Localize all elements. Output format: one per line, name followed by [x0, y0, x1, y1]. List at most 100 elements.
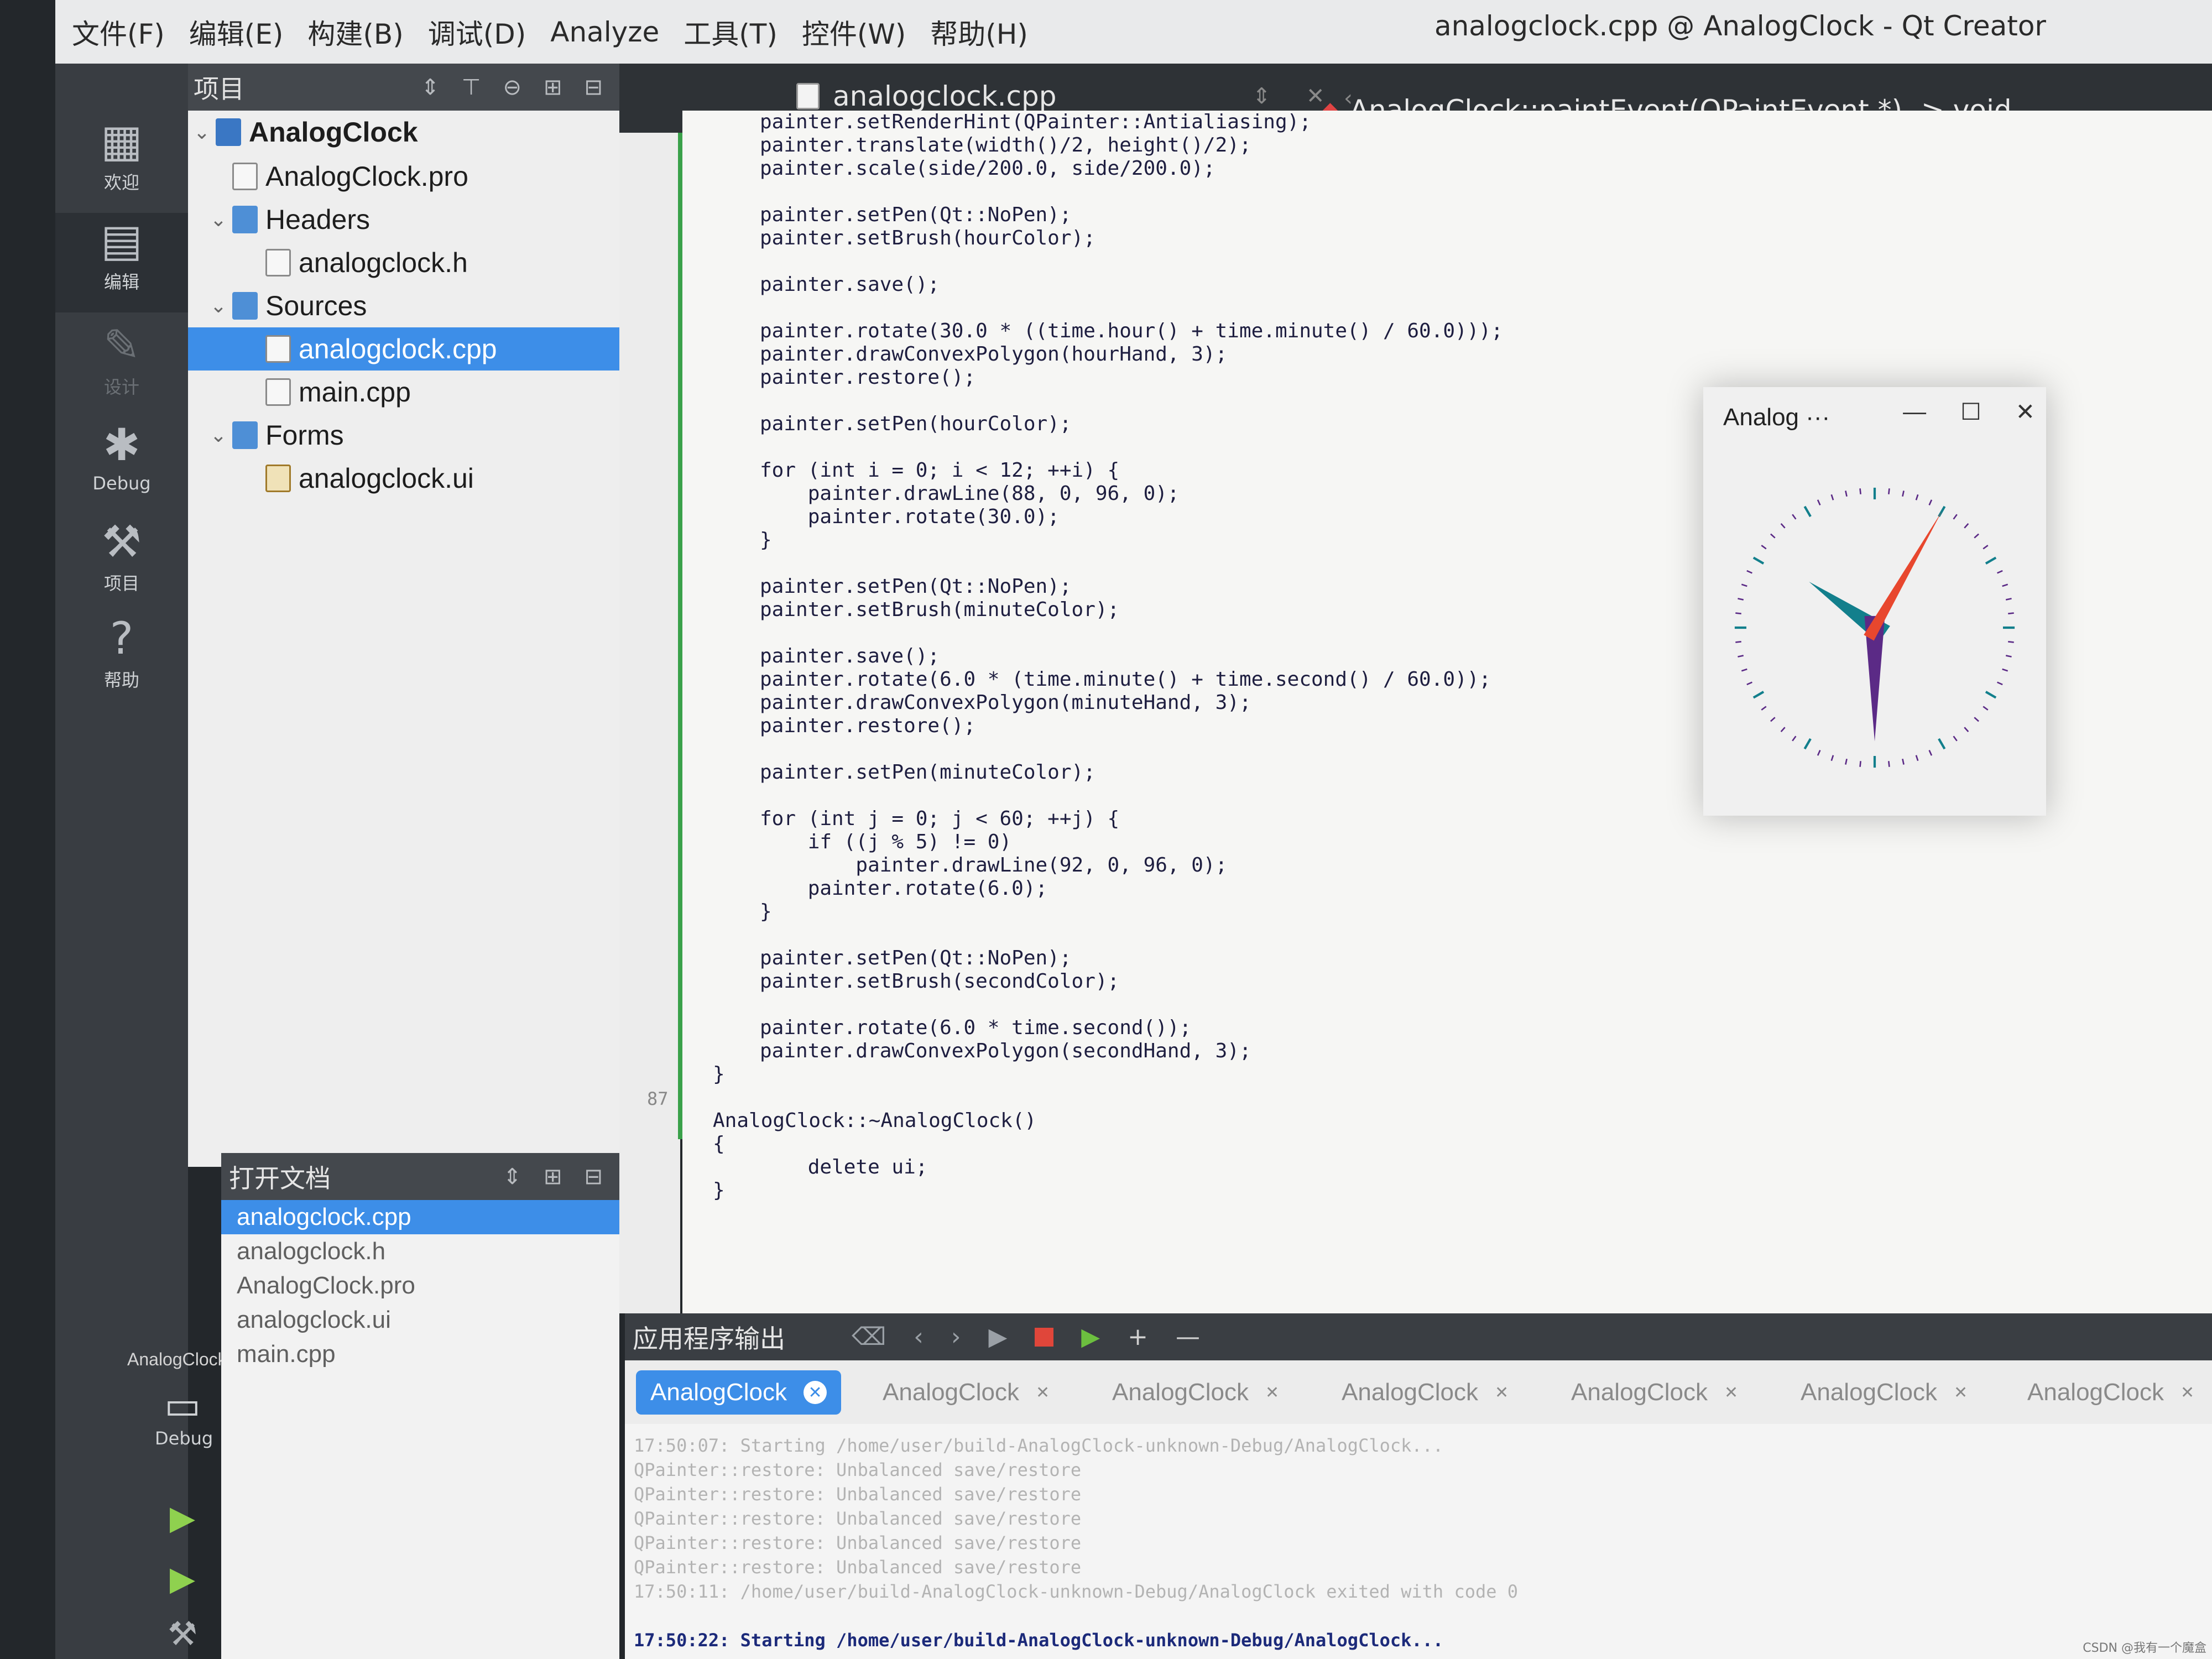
chevron-down-icon[interactable]: ⌄ — [205, 424, 232, 447]
tree-item-sources[interactable]: ⌄ Sources — [188, 284, 619, 327]
minute-tick — [1902, 758, 1905, 765]
code-line: painter.rotate(6.0 * (time.minute() + ti… — [760, 668, 1491, 691]
menu-file[interactable]: 文件(F) — [72, 12, 165, 52]
output-tab[interactable]: AnalogClock ✕ — [868, 1370, 1064, 1415]
open-doc-item[interactable]: analogclock.cpp — [221, 1200, 619, 1234]
output-tab[interactable]: AnalogClock ✕ — [1327, 1370, 1523, 1415]
menu-build[interactable]: 构建(B) — [307, 12, 403, 52]
split-icon[interactable]: ⊞ — [544, 75, 562, 100]
close-pane-icon[interactable]: ⊟ — [584, 1164, 603, 1190]
minute-tick — [1830, 755, 1834, 761]
clean-icon[interactable]: ⌫ — [852, 1323, 886, 1351]
output-tab[interactable]: AnalogClock ✕ — [1557, 1370, 1752, 1415]
split-icon[interactable]: ⊞ — [544, 1164, 562, 1190]
open-doc-item[interactable]: analogclock.h — [221, 1234, 619, 1269]
mode-projects[interactable]: ⚒ 项目 — [55, 514, 188, 595]
menu-help[interactable]: 帮助(H) — [930, 12, 1028, 52]
maximize-icon[interactable]: ☐ — [1960, 398, 1981, 425]
tree-item-headers[interactable]: ⌄ Headers — [188, 198, 619, 241]
code-line: delete ui; — [760, 1156, 928, 1178]
analog-clock-window[interactable]: Analog ··· — ☐ ✕ — [1703, 387, 2046, 816]
tree-item-forms[interactable]: ⌄ Forms — [188, 414, 619, 457]
menu-debug[interactable]: 调试(D) — [428, 12, 526, 52]
code-line: } — [713, 1063, 725, 1086]
tree-item-pro[interactable]: AnalogClock.pro — [188, 155, 619, 198]
tree-item-main[interactable]: main.cpp — [188, 371, 619, 414]
hour-tick — [1985, 691, 1997, 699]
output-tab-label: AnalogClock — [1342, 1379, 1479, 1406]
close-tab-icon[interactable]: ✕ — [1265, 1383, 1279, 1402]
close-icon[interactable]: ✕ — [2016, 398, 2035, 425]
hour-tick — [1803, 505, 1812, 518]
chevron-down-icon[interactable]: ⌄ — [205, 294, 232, 317]
link-icon[interactable]: ⊖ — [503, 75, 521, 100]
code-line: painter.setPen(hourColor); — [760, 413, 1072, 435]
next-icon[interactable]: › — [951, 1323, 961, 1351]
second-hand — [1864, 511, 1942, 641]
minute-tick — [1974, 717, 1979, 722]
tree-item-cpp[interactable]: analogclock.cpp — [188, 327, 619, 371]
open-doc-item[interactable]: analogclock.ui — [221, 1303, 619, 1337]
close-tab-icon[interactable]: ✕ — [1495, 1383, 1509, 1402]
close-tab-icon[interactable]: ✕ — [2180, 1383, 2194, 1402]
open-doc-item[interactable]: AnalogClock.pro — [221, 1269, 619, 1303]
chevron-down-icon[interactable]: ⌄ — [188, 121, 216, 144]
code-line: painter.setBrush(secondColor); — [760, 970, 1120, 993]
minute-tick — [1735, 641, 1741, 643]
file-switch-icon[interactable]: ⇕ — [1252, 84, 1271, 109]
open-doc-item[interactable]: main.cpp — [221, 1337, 619, 1371]
output-tab[interactable]: AnalogClock ✕ — [1786, 1370, 1982, 1415]
minute-tick — [1741, 668, 1747, 672]
output-tab[interactable]: AnalogClock ✕ — [636, 1370, 842, 1415]
build-hammer-icon[interactable]: ⚒ — [166, 1615, 199, 1653]
mode-help[interactable]: ? 帮助 — [55, 611, 188, 692]
minute-tick — [1997, 681, 2003, 686]
zoom-in-icon[interactable]: + — [1128, 1323, 1148, 1351]
mode-debug[interactable]: ✱ Debug — [55, 418, 188, 494]
debug-run-icon[interactable]: ▶ — [166, 1559, 199, 1598]
minute-tick — [1964, 523, 1969, 529]
chevron-down-icon[interactable]: ⌄ — [205, 208, 232, 231]
code-line: painter.rotate(6.0); — [760, 877, 1048, 900]
run-icon[interactable]: ▶ — [166, 1499, 199, 1537]
close-pane-icon[interactable]: ⊟ — [584, 75, 603, 100]
zoom-out-icon[interactable]: — — [1176, 1323, 1200, 1351]
open-docs-header: 打开文档 ⇕ ⊞ ⊟ — [221, 1153, 619, 1200]
attach-debugger-icon[interactable]: ▶ — [1081, 1323, 1100, 1351]
mode-edit[interactable]: ▤ 编辑 — [55, 213, 188, 312]
code-line: painter.restore(); — [760, 714, 976, 737]
output-tab-label: AnalogClock — [883, 1379, 1020, 1406]
menu-analyze[interactable]: Analyze — [550, 16, 659, 48]
sort-icon[interactable]: ⇕ — [421, 75, 440, 100]
stop-icon[interactable] — [1035, 1327, 1054, 1347]
output-tab[interactable]: AnalogClock ✕ — [2013, 1370, 2209, 1415]
pencil-icon: ✎ — [103, 320, 140, 371]
close-tab-icon[interactable]: ✕ — [1954, 1383, 1968, 1402]
output-console[interactable]: 17:50:07: Starting /home/user/build-Anal… — [625, 1424, 2212, 1659]
kit-label: AnalogClock — [127, 1349, 227, 1369]
output-tab-label: AnalogClock — [650, 1379, 787, 1406]
output-tab-label: AnalogClock — [1571, 1379, 1708, 1406]
output-tab[interactable]: AnalogClock ✕ — [1098, 1370, 1293, 1415]
tree-item-header-file[interactable]: analogclock.h — [188, 241, 619, 284]
kit-selector[interactable]: ▭ Debug — [155, 1383, 213, 1449]
close-tab-icon[interactable]: ✕ — [1036, 1383, 1050, 1402]
filter-icon[interactable]: ⊤ — [462, 75, 481, 100]
mode-design[interactable]: ✎ 设计 — [55, 318, 188, 399]
sort-icon[interactable]: ⇕ — [503, 1164, 521, 1190]
menu-window[interactable]: 控件(W) — [802, 12, 906, 52]
prev-icon[interactable]: ‹ — [914, 1323, 924, 1351]
tree-item-ui[interactable]: analogclock.ui — [188, 457, 619, 500]
minimize-icon[interactable]: — — [1903, 398, 1926, 425]
editor-file-tab[interactable]: analogclock.cpp ⇕ ✕ — [796, 80, 1325, 112]
menu-tools[interactable]: 工具(T) — [684, 12, 778, 52]
output-line: 17:50:22: Starting /home/user/build-Anal… — [634, 1630, 1444, 1651]
tree-item-project[interactable]: ⌄ AnalogClock — [188, 111, 619, 154]
clock-titlebar[interactable]: Analog ··· — ☐ ✕ — [1703, 387, 2046, 448]
menu-edit[interactable]: 编辑(E) — [189, 12, 284, 52]
rerun-icon[interactable]: ▶ — [988, 1323, 1007, 1351]
code-line: if ((j % 5) != 0) — [760, 831, 1012, 853]
close-tab-icon[interactable]: ✕ — [804, 1381, 827, 1404]
mode-welcome[interactable]: ▦ 欢迎 — [55, 113, 188, 194]
close-tab-icon[interactable]: ✕ — [1724, 1383, 1738, 1402]
